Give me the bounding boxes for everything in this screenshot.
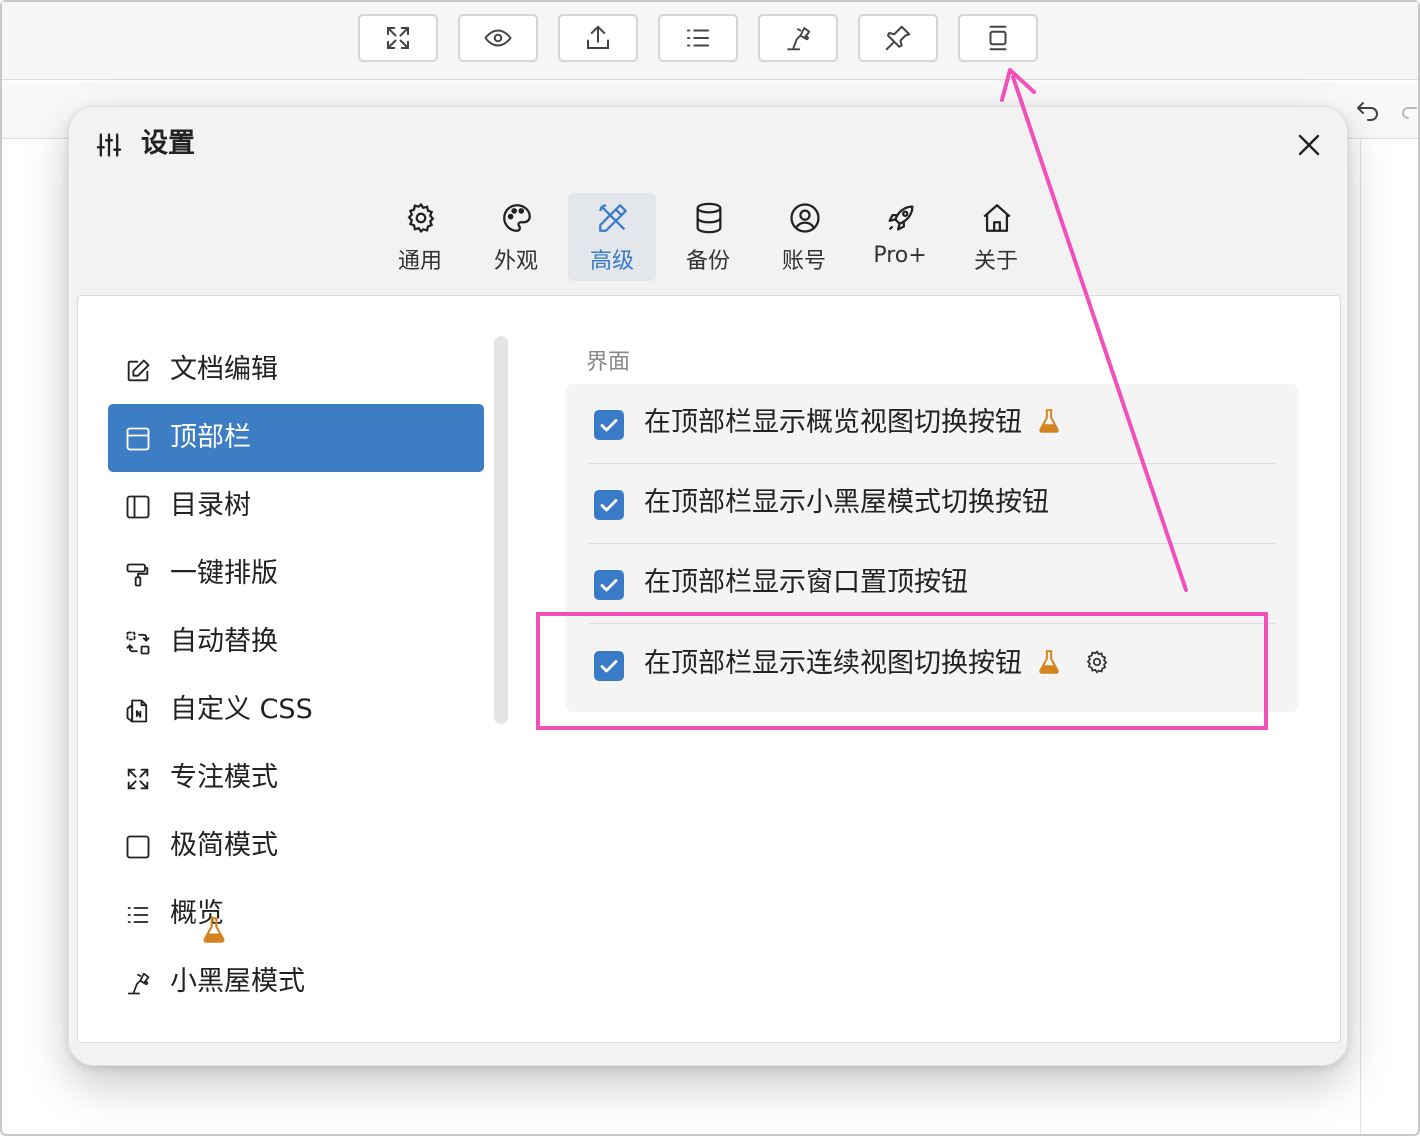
expand-icon — [387, 27, 409, 49]
desk-lamp-icon — [127, 972, 150, 995]
options-group: 在顶部栏显示概览视图切换按钮 在顶部栏显示小黑屋模式切换按钮 在顶部栏显示窗口置… — [566, 384, 1298, 712]
sidebar-item-label: 概览 — [170, 895, 225, 943]
tab-label: 账号 — [781, 249, 826, 274]
sidebar-item-top-bar[interactable]: 顶部栏 — [108, 404, 484, 472]
option-row-dark-room-toggle[interactable]: 在顶部栏显示小黑屋模式切换按钮 — [566, 464, 1298, 544]
tab-pro[interactable]: Pro+ — [856, 193, 944, 281]
list-icon — [687, 29, 709, 47]
tab-label: 备份 — [685, 249, 730, 274]
list-icon — [127, 907, 149, 923]
tab-label: 外观 — [493, 249, 538, 274]
tab-label: 通用 — [397, 249, 442, 274]
sidebar-item-toc-tree[interactable]: 目录树 — [108, 472, 484, 540]
user-circle-icon — [790, 203, 820, 233]
sidebar-item-label: 自定义 CSS — [170, 694, 313, 725]
option-label: 在顶部栏显示连续视图切换按钮 — [644, 645, 1110, 683]
tab-label: Pro+ — [873, 243, 927, 268]
pin-window-button[interactable] — [858, 14, 938, 62]
option-text: 在顶部栏显示概览视图切换按钮 — [644, 407, 1022, 438]
database-icon — [696, 202, 722, 234]
flask-icon — [1039, 650, 1059, 674]
divider — [588, 623, 1276, 624]
tab-backup[interactable]: 备份 — [664, 193, 752, 281]
edit-icon — [127, 359, 150, 382]
outline-button[interactable] — [658, 14, 738, 62]
focus-mode-button[interactable] — [358, 14, 438, 62]
sidebar-item-label: 目录树 — [170, 490, 251, 521]
dialog-title: 设置 — [141, 128, 195, 159]
sidebar-item-label: 顶部栏 — [170, 422, 251, 453]
check-icon — [600, 499, 618, 512]
checkbox[interactable] — [594, 490, 624, 520]
css-file-icon — [126, 699, 148, 723]
rocket-icon — [888, 205, 914, 231]
sidebar-item-label: 专注模式 — [170, 762, 278, 793]
tab-label: 高级 — [589, 249, 634, 274]
page-edge — [1360, 140, 1361, 1134]
sidebar-item-overview[interactable]: 概览 — [108, 880, 484, 948]
paint-roller-icon — [126, 563, 149, 587]
settings-dialog: 设置 通用 外观 高级 备份 账号 Pro+ 关于 文档编辑 顶部栏 目录树 一… — [68, 106, 1348, 1066]
sidebar-item-label: 极简模式 — [170, 830, 278, 861]
undo-icon[interactable] — [1354, 98, 1382, 124]
redo-icon[interactable] — [1400, 98, 1420, 124]
sidebar-item-format[interactable]: 一键排版 — [108, 540, 484, 608]
sidebar-item-label: 一键排版 — [170, 558, 278, 589]
option-text: 在顶部栏显示连续视图切换按钮 — [644, 648, 1022, 679]
option-row-continuous-view[interactable]: 在顶部栏显示连续视图切换按钮 — [566, 625, 1298, 705]
option-row-pin-window[interactable]: 在顶部栏显示窗口置顶按钮 — [566, 544, 1298, 624]
square-icon — [126, 835, 150, 859]
desk-lamp-icon — [787, 27, 811, 51]
sliders-icon — [96, 133, 122, 157]
option-label: 在顶部栏显示概览视图切换按钮 — [644, 404, 1062, 442]
sidebar-scrollbar[interactable] — [494, 336, 508, 724]
flask-icon — [203, 917, 225, 943]
sidebar-item-custom-css[interactable]: 自定义 CSS — [108, 676, 484, 744]
preview-button[interactable] — [458, 14, 538, 62]
tab-about[interactable]: 关于 — [952, 193, 1040, 281]
option-label: 在顶部栏显示小黑屋模式切换按钮 — [644, 487, 1049, 518]
continuous-view-button[interactable] — [958, 14, 1038, 62]
sidebar-item-document-editing[interactable]: 文档编辑 — [108, 336, 484, 404]
palette-icon — [503, 204, 531, 232]
option-row-overview-toggle[interactable]: 在顶部栏显示概览视图切换按钮 — [566, 384, 1298, 464]
expand-icon — [127, 768, 149, 790]
continuous-view-icon — [989, 25, 1007, 51]
sidebar-item-focus-mode[interactable]: 专注模式 — [108, 744, 484, 812]
gear-icon[interactable] — [1084, 649, 1110, 675]
tab-appearance[interactable]: 外观 — [472, 193, 560, 281]
checkbox[interactable] — [594, 651, 624, 681]
check-icon — [600, 660, 618, 673]
sidebar-item-dark-room[interactable]: 小黑屋模式 — [108, 948, 484, 1016]
tab-general[interactable]: 通用 — [376, 193, 464, 281]
sidebar-item-label: 文档编辑 — [170, 354, 278, 385]
gear-icon — [407, 202, 435, 234]
sidebar-item-minimal-mode[interactable]: 极简模式 — [108, 812, 484, 880]
tab-account[interactable]: 账号 — [760, 193, 848, 281]
option-label: 在顶部栏显示窗口置顶按钮 — [644, 567, 968, 598]
tab-advanced[interactable]: 高级 — [568, 193, 656, 281]
top-bar-icon — [126, 427, 150, 451]
section-title: 界面 — [586, 350, 631, 375]
checkbox[interactable] — [594, 570, 624, 600]
sidebar-item-auto-replace[interactable]: 自动替换 — [108, 608, 484, 676]
tab-label: 关于 — [973, 249, 1018, 274]
pin-icon — [885, 25, 911, 51]
sidebar-item-label: 小黑屋模式 — [170, 966, 305, 997]
share-button[interactable] — [558, 14, 638, 62]
checkbox[interactable] — [594, 410, 624, 440]
eye-icon — [484, 29, 512, 47]
flask-icon — [1039, 409, 1059, 433]
sidebar-item-label: 自动替换 — [170, 626, 278, 657]
settings-content: 文档编辑 顶部栏 目录树 一键排版 自动替换 自定义 CSS 专注模式 极简模式… — [77, 295, 1341, 1043]
close-icon[interactable] — [1293, 129, 1325, 161]
dark-room-button[interactable] — [758, 14, 838, 62]
share-icon — [587, 25, 609, 49]
check-icon — [600, 419, 618, 432]
sidebar-panel-icon — [126, 495, 150, 519]
check-icon — [600, 579, 618, 592]
replace-icon — [126, 631, 150, 655]
home-icon — [983, 204, 1011, 232]
ruler-pencil-icon — [599, 204, 627, 232]
